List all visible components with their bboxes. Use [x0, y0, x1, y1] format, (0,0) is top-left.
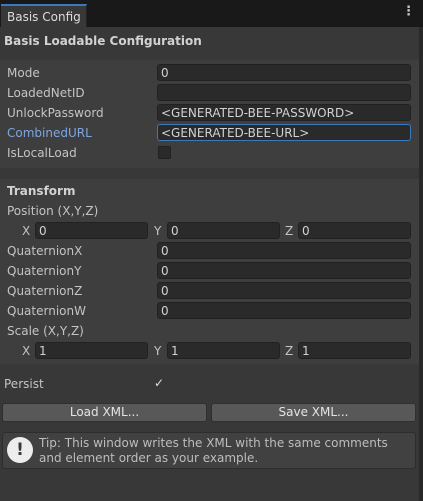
- unlock-password-field[interactable]: <GENERATED-BEE-PASSWORD>: [157, 104, 411, 121]
- combined-url-label: CombinedURL: [7, 126, 92, 140]
- quaternion-w-label: QuaternionW: [7, 304, 86, 318]
- quaternion-x-field[interactable]: 0: [157, 242, 411, 259]
- is-local-load-label: IsLocalLoad: [7, 146, 77, 160]
- tab-bar: Basis Config ⋮: [0, 0, 423, 27]
- position-x-field[interactable]: 0: [35, 222, 148, 239]
- page-title: Basis Loadable Configuration: [4, 34, 202, 48]
- info-icon: !: [7, 437, 33, 463]
- position-y-field[interactable]: 0: [167, 222, 280, 239]
- unlock-password-label: UnlockPassword: [7, 106, 104, 120]
- scale-z-field[interactable]: 1: [298, 342, 411, 359]
- loaded-net-id-label: LoadedNetID: [7, 86, 85, 100]
- mode-field[interactable]: 0: [157, 64, 411, 81]
- tab-basis-config[interactable]: Basis Config: [1, 4, 87, 27]
- position-label: Position (X,Y,Z): [7, 204, 99, 218]
- scale-y-field[interactable]: 1: [167, 342, 280, 359]
- scale-x-field[interactable]: 1: [35, 342, 148, 359]
- save-xml-button[interactable]: Save XML...: [211, 403, 416, 422]
- quaternion-x-label: QuaternionX: [7, 244, 83, 258]
- position-x-label: X: [22, 224, 31, 238]
- quaternion-z-field[interactable]: 0: [157, 282, 411, 299]
- quaternion-y-label: QuaternionY: [7, 264, 82, 278]
- scrollbar-track[interactable]: [419, 27, 423, 501]
- scale-z-label: Z: [285, 344, 294, 358]
- help-text: Tip: This window writes the XML with the…: [39, 436, 388, 465]
- scale-x-label: X: [22, 344, 31, 358]
- persist-label: Persist: [4, 377, 44, 391]
- persist-checkbox[interactable]: ✓: [154, 376, 164, 390]
- scale-label: Scale (X,Y,Z): [7, 324, 84, 338]
- help-box: ! Tip: This window writes the XML with t…: [2, 432, 416, 469]
- combined-url-field[interactable]: <GENERATED-BEE-URL>: [157, 124, 411, 141]
- kebab-menu-icon[interactable]: ⋮: [402, 5, 415, 18]
- position-y-label: Y: [154, 224, 162, 238]
- transform-title: Transform: [7, 184, 76, 198]
- position-z-label: Z: [285, 224, 294, 238]
- quaternion-y-field[interactable]: 0: [157, 262, 411, 279]
- position-z-field[interactable]: 0: [298, 222, 411, 239]
- loaded-net-id-field[interactable]: [157, 84, 411, 101]
- mode-label: Mode: [7, 66, 40, 80]
- quaternion-w-field[interactable]: 0: [157, 302, 411, 319]
- quaternion-z-label: QuaternionZ: [7, 284, 83, 298]
- scale-y-label: Y: [154, 344, 162, 358]
- load-xml-button[interactable]: Load XML...: [2, 403, 207, 422]
- is-local-load-checkbox[interactable]: [158, 146, 171, 159]
